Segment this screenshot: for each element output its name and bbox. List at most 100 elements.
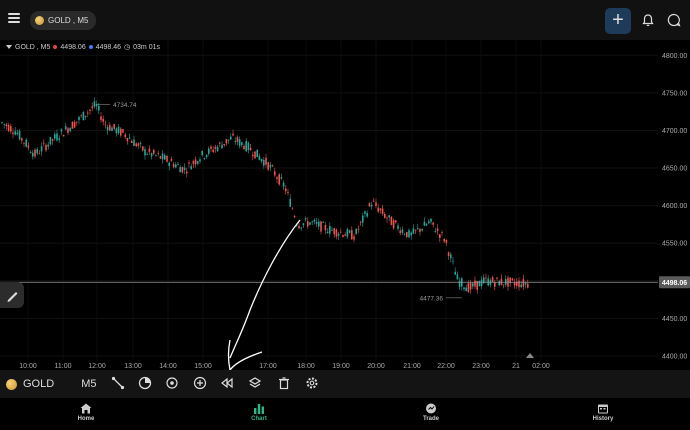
candle-up [49,136,52,145]
candle-down [298,225,300,229]
indicators-icon[interactable] [138,376,152,390]
candle-down [324,224,327,231]
layers-icon[interactable] [248,376,262,390]
candle-down [351,229,353,240]
candle-up [370,204,373,207]
candle-up [480,279,483,286]
candle-up [412,228,415,234]
candle-up [313,219,316,222]
trendline-icon[interactable] [111,376,125,390]
nav-home[interactable]: Home [61,403,111,422]
candle-down [395,220,397,223]
candle-down [34,149,36,157]
candle-up [397,225,399,229]
home-icon [80,403,92,414]
candle-up [201,150,203,156]
candle-up [133,139,135,146]
candle-down [320,221,322,232]
time-axis-label: 22:00 [437,363,455,370]
candle-down [384,213,386,218]
candle-down [307,221,309,227]
timeframe-selector[interactable]: M5 [81,378,96,390]
candle-down [443,238,445,242]
rewind-icon[interactable] [220,376,234,390]
candle-down [368,203,371,207]
candle-down [375,202,377,206]
candle-up [355,228,357,235]
trash-icon[interactable] [277,376,291,390]
candle-down [494,282,496,287]
symbol-selector[interactable]: GOLD , M5 [30,11,97,30]
candle-down [474,280,476,287]
candle-up [364,211,366,214]
price-axis-label: 4400.00 [662,353,687,360]
candle-down [377,207,379,212]
candle-up [84,115,87,118]
legend-bid: 4498.06 [60,43,86,51]
chart-area[interactable]: 4800.00 4750.00 4700.00 4650.00 4600.00 4550.… [0,40,690,370]
price-chart[interactable]: 4800.00 4750.00 4700.00 4650.00 4600.00 4550.… [0,40,690,370]
candle-down [278,174,280,185]
candle-up [47,144,49,147]
price-axis-label: 4550.00 [662,241,687,248]
nav-trade[interactable]: Trade [406,403,456,422]
candle-up [175,164,177,168]
candle-down [76,121,78,123]
candle-down [214,146,217,149]
chart-legend: GOLD , M5 4498.06 4498.46 ◷ 03m 01s [6,43,160,51]
time-axis-label: 02:00 [532,363,550,370]
candle-down [353,236,355,240]
candle-down [225,139,228,144]
candle-up [300,227,302,229]
candle-up [221,144,223,149]
toolbar-symbol[interactable]: GOLD [6,378,54,390]
candle-up [434,230,437,233]
drawing-tool-button[interactable] [0,282,24,308]
toolbar-symbol-label: GOLD [23,378,55,390]
candle-down [188,162,190,164]
candle-up [318,221,320,227]
candle-up [183,167,186,171]
nav-history-label: History [592,416,614,422]
candle-up [245,140,247,152]
nav-chart[interactable]: Chart [234,403,284,422]
candle-down [223,143,225,146]
candle-down [87,112,89,114]
candle-down [122,129,124,133]
candle-down [243,145,245,150]
add-button[interactable]: + [605,8,631,34]
candle-up [388,215,390,218]
candle-up [16,132,19,135]
candle-down [485,277,487,279]
candle-up [208,148,210,154]
candle-up [60,129,63,132]
candle-up [337,233,340,236]
candle-down [291,208,294,210]
nav-history[interactable]: History [578,403,628,422]
candle-down [113,124,115,129]
crosshair-icon[interactable] [165,376,179,390]
candle-down [254,151,256,159]
candle-up [190,166,192,170]
chat-icon[interactable] [667,13,681,27]
add-object-icon[interactable] [193,376,207,390]
candle-up [111,127,113,132]
candle-up [309,222,311,225]
candle-down [496,277,498,279]
candle-down [137,143,140,146]
settings-icon[interactable] [305,376,319,390]
time-axis-label: 20:00 [367,363,385,370]
candle-up [456,274,459,280]
collapse-legend-icon[interactable] [6,45,12,49]
candle-up [289,198,291,207]
candle-down [10,126,12,132]
candle-down [131,141,133,144]
gold-coin-icon [35,16,44,25]
candle-down [89,109,91,111]
candle-down [45,144,47,151]
menu-icon[interactable] [8,13,20,23]
bell-icon[interactable] [641,13,655,27]
candle-down [419,228,421,232]
candle-down [357,228,360,230]
candle-down [166,155,168,162]
